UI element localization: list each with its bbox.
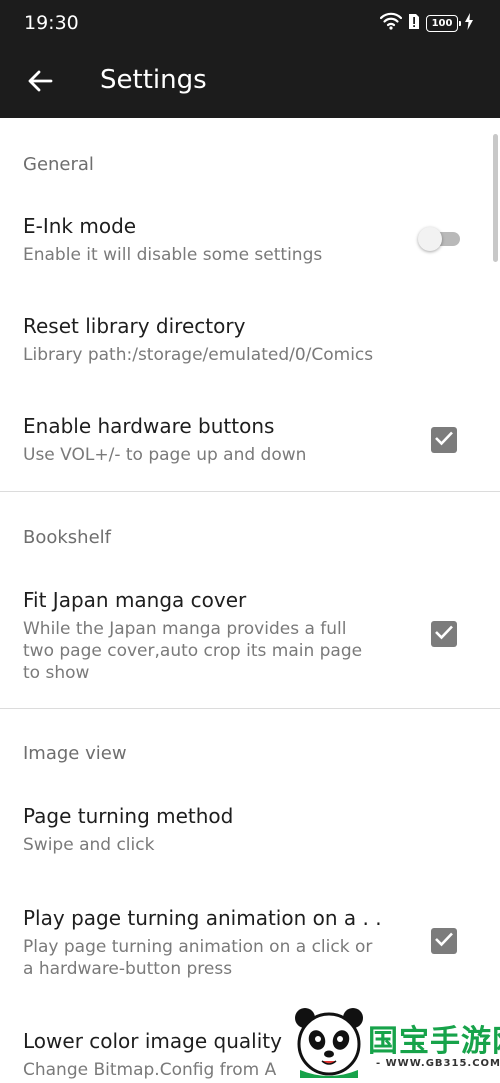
pref-summary: Change Bitmap.Config from A: [23, 1060, 277, 1080]
section-header-image-view: Image view: [23, 743, 127, 764]
check-icon: [434, 430, 454, 450]
pref-summary-line: Play page turning animation on a click o…: [23, 937, 373, 957]
sim-alert-icon: [408, 13, 420, 34]
fit-japan-checkbox[interactable]: [431, 621, 457, 647]
pref-e-ink-mode[interactable]: E-Ink mode Enable it will disable some s…: [0, 204, 500, 282]
pref-summary: Enable it will disable some settings: [23, 245, 323, 265]
watermark-sub: - WWW.GB315.COM -: [376, 1058, 500, 1069]
pref-summary-line: to show: [23, 663, 90, 683]
wifi-icon: [379, 12, 403, 34]
watermark-text: 国宝手游网: [368, 1024, 500, 1059]
pref-title: Lower color image quality: [23, 1029, 282, 1053]
check-icon: [434, 624, 454, 644]
section-header-general: General: [23, 154, 94, 175]
status-icons: 100: [379, 12, 474, 34]
watermark: 国宝手游网 - WWW.GB315.COM -: [288, 996, 500, 1083]
check-icon: [434, 931, 454, 951]
pref-title: Reset library directory: [23, 314, 246, 338]
toggle-thumb: [418, 227, 442, 251]
hardware-buttons-checkbox[interactable]: [431, 427, 457, 453]
pref-summary: Swipe and click: [23, 835, 155, 855]
app-bar: Settings: [0, 48, 500, 118]
section-header-bookshelf: Bookshelf: [23, 527, 111, 548]
pref-page-turning-animation[interactable]: Play page turning animation on a . . Pla…: [0, 898, 500, 988]
settings-list[interactable]: General E-Ink mode Enable it will disabl…: [0, 118, 500, 1083]
pref-summary-line: two page cover,auto crop its main page: [23, 641, 363, 661]
pref-page-turning-method[interactable]: Page turning method Swipe and click: [0, 796, 500, 866]
pref-summary-line: While the Japan manga provides a full: [23, 619, 347, 639]
pref-title: Fit Japan manga cover: [23, 588, 247, 612]
page-title: Settings: [100, 65, 207, 95]
pref-title: Enable hardware buttons: [23, 414, 275, 438]
battery-icon: 100: [426, 14, 461, 32]
status-bar: 19:30 100: [0, 0, 500, 48]
section-divider: [0, 491, 500, 492]
arrow-left-icon: [27, 69, 53, 97]
page-turning-animation-checkbox[interactable]: [431, 928, 457, 954]
pref-summary: Use VOL+/- to page up and down: [23, 445, 307, 465]
pref-title: Play page turning animation on a . .: [23, 906, 382, 930]
back-button[interactable]: [20, 63, 60, 103]
panda-logo-icon: [292, 1004, 366, 1082]
pref-summary-line: a hardware-button press: [23, 959, 233, 979]
battery-level: 100: [431, 17, 453, 29]
status-time: 19:30: [24, 12, 79, 34]
e-ink-toggle[interactable]: [418, 227, 462, 251]
pref-title: E-Ink mode: [23, 214, 137, 238]
pref-enable-hardware-buttons[interactable]: Enable hardware buttons Use VOL+/- to pa…: [0, 406, 500, 476]
pref-fit-japan-manga-cover[interactable]: Fit Japan manga cover While the Japan ma…: [0, 578, 500, 688]
section-divider: [0, 708, 500, 709]
charging-icon: [464, 12, 474, 34]
pref-title: Page turning method: [23, 804, 234, 828]
pref-reset-library-directory[interactable]: Reset library directory Library path:/st…: [0, 306, 500, 376]
pref-summary: Library path:/storage/emulated/0/Comics: [23, 345, 374, 365]
